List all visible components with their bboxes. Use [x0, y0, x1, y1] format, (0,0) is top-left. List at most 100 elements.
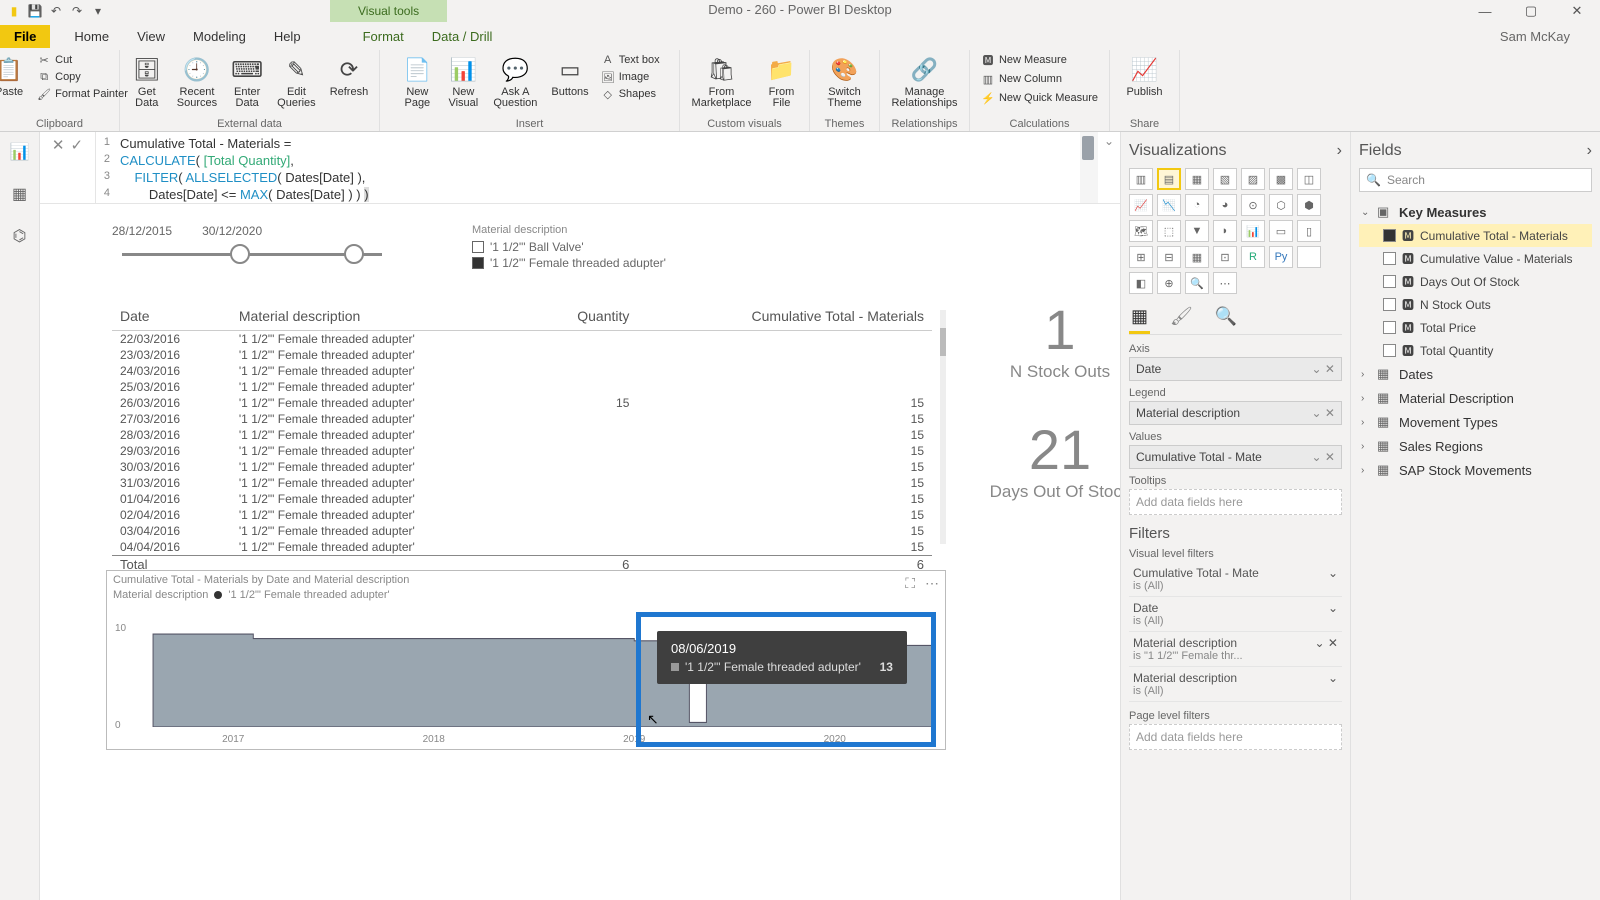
get-data-button[interactable]: 🗄Get Data: [127, 52, 167, 111]
table-row[interactable]: 03/04/2016'1 1/2"' Female threaded adupt…: [112, 523, 932, 539]
table-row[interactable]: 31/03/2016'1 1/2"' Female threaded adupt…: [112, 475, 932, 491]
measure-totalqty[interactable]: 🅼Total Quantity: [1359, 339, 1592, 362]
date-to[interactable]: 30/12/2020: [202, 224, 262, 238]
filter-date[interactable]: Date⌄is (All): [1129, 597, 1342, 632]
cancel-formula-icon[interactable]: ✕: [52, 136, 65, 154]
table-row[interactable]: 29/03/2016'1 1/2"' Female threaded adupt…: [112, 443, 932, 459]
slider-handle-right[interactable]: [344, 244, 364, 264]
fields-well-tab[interactable]: ▦: [1129, 302, 1150, 334]
enter-data-button[interactable]: ⌨Enter Data: [227, 52, 267, 111]
new-quick-measure-button[interactable]: ⚡New Quick Measure: [979, 90, 1100, 106]
dax-editor[interactable]: 1234 Cumulative Total - Materials = CALC…: [96, 132, 1080, 203]
table-row[interactable]: 30/03/2016'1 1/2"' Female threaded adupt…: [112, 459, 932, 475]
py-visual-icon[interactable]: Py: [1269, 246, 1293, 268]
qat-dropdown-icon[interactable]: ▾: [90, 3, 106, 19]
model-view-icon[interactable]: ⌬: [8, 224, 32, 248]
table-row[interactable]: 22/03/2016'1 1/2"' Female threaded adupt…: [112, 331, 932, 348]
collapse-fields-icon[interactable]: ›: [1587, 142, 1592, 160]
edit-queries-button[interactable]: ✎Edit Queries: [273, 52, 320, 111]
legend-field[interactable]: Material description⌄ ✕: [1129, 401, 1342, 425]
help-tab[interactable]: Help: [260, 25, 315, 48]
focus-mode-icon[interactable]: ⛶: [905, 575, 915, 592]
recent-sources-button[interactable]: 🕘Recent Sources: [173, 52, 221, 111]
fields-search[interactable]: 🔍Search: [1359, 168, 1592, 192]
salesregions-table[interactable]: ›▦Sales Regions: [1359, 434, 1592, 458]
table-row[interactable]: 25/03/2016'1 1/2"' Female threaded adupt…: [112, 379, 932, 395]
undo-icon[interactable]: ↶: [48, 3, 64, 19]
table-row[interactable]: 28/03/2016'1 1/2"' Female threaded adupt…: [112, 427, 932, 443]
filter-cumtotal[interactable]: Cumulative Total - Mate⌄is (All): [1129, 562, 1342, 597]
format-painter-button[interactable]: 🖌Format Painter: [35, 86, 130, 102]
table-row[interactable]: 23/03/2016'1 1/2"' Female threaded adupt…: [112, 347, 932, 363]
modeling-tab[interactable]: Modeling: [179, 25, 260, 48]
expand-formula-icon[interactable]: ⌄: [1098, 132, 1120, 203]
collapse-vis-icon[interactable]: ›: [1337, 142, 1342, 160]
filter-material1[interactable]: Material description⌄ ✕is "1 1/2"' Femal…: [1129, 632, 1342, 667]
key-measures-group[interactable]: ⌄▣Key Measures: [1359, 200, 1592, 224]
table-row[interactable]: 02/04/2016'1 1/2"' Female threaded adupt…: [112, 507, 932, 523]
file-tab[interactable]: File: [0, 25, 50, 48]
measure-nstockouts[interactable]: 🅼N Stock Outs: [1359, 293, 1592, 316]
movement-table[interactable]: ›▦Movement Types: [1359, 410, 1592, 434]
cut-button[interactable]: ✂Cut: [35, 52, 130, 68]
format-tab[interactable]: Format: [349, 25, 418, 48]
measure-daysout[interactable]: 🅼Days Out Of Stock: [1359, 270, 1592, 293]
ask-question-button[interactable]: 💬Ask A Question: [489, 52, 541, 111]
from-file-button[interactable]: 📁From File: [761, 52, 801, 111]
stacked-bar-icon[interactable]: ▥: [1129, 168, 1153, 190]
page-filters-drop[interactable]: Add data fields here: [1129, 724, 1342, 750]
measure-cumtotal[interactable]: 🅼Cumulative Total - Materials: [1359, 224, 1592, 247]
import-visual-icon[interactable]: ⋯: [1213, 272, 1237, 294]
new-column-button[interactable]: ▥New Column: [979, 71, 1100, 87]
minimize-button[interactable]: —: [1462, 0, 1508, 22]
material-table[interactable]: ›▦Material Description: [1359, 386, 1592, 410]
slider-handle-left[interactable]: [230, 244, 250, 264]
material-legend-slicer[interactable]: Material description '1 1/2"' Ball Valve…: [472, 224, 666, 284]
table-row[interactable]: 27/03/2016'1 1/2"' Female threaded adupt…: [112, 411, 932, 427]
view-tab[interactable]: View: [123, 25, 179, 48]
area-chart[interactable]: Cumulative Total - Materials by Date and…: [106, 570, 946, 750]
save-icon[interactable]: 💾: [27, 3, 43, 19]
from-marketplace-button[interactable]: 🛍From Marketplace: [688, 52, 756, 111]
image-button[interactable]: 🖼Image: [599, 69, 662, 85]
formula-scrollbar[interactable]: [1080, 132, 1098, 203]
shapes-button[interactable]: ◇Shapes: [599, 86, 662, 102]
new-page-button[interactable]: 📄New Page: [397, 52, 437, 111]
table-scrollbar[interactable]: [938, 310, 948, 544]
table-row[interactable]: 24/03/2016'1 1/2"' Female threaded adupt…: [112, 363, 932, 379]
manage-relationships-button[interactable]: 🔗Manage Relationships: [887, 52, 961, 111]
report-view-icon[interactable]: 📊: [8, 140, 32, 164]
copy-button[interactable]: ⧉Copy: [35, 69, 130, 85]
date-from[interactable]: 28/12/2015: [112, 224, 172, 238]
measure-totalprice[interactable]: 🅼Total Price: [1359, 316, 1592, 339]
paste-button[interactable]: 📋Paste: [0, 52, 29, 100]
more-options-icon[interactable]: ⋯: [925, 575, 939, 592]
switch-theme-button[interactable]: 🎨Switch Theme: [823, 52, 865, 111]
textbox-button[interactable]: AText box: [599, 52, 662, 68]
data-view-icon[interactable]: ▦: [8, 182, 32, 206]
axis-field[interactable]: Date⌄ ✕: [1129, 357, 1342, 381]
tooltips-drop[interactable]: Add data fields here: [1129, 489, 1342, 515]
dates-table[interactable]: ›▦Dates: [1359, 362, 1592, 386]
commit-formula-icon[interactable]: ✓: [71, 136, 84, 154]
buttons-button[interactable]: ▭Buttons: [547, 52, 592, 100]
table-row[interactable]: 26/03/2016'1 1/2"' Female threaded adupt…: [112, 395, 932, 411]
r-visual-icon[interactable]: R: [1241, 246, 1265, 268]
new-measure-button[interactable]: 🅼New Measure: [979, 52, 1100, 68]
values-field[interactable]: Cumulative Total - Mate⌄ ✕: [1129, 445, 1342, 469]
close-button[interactable]: ✕: [1554, 0, 1600, 22]
user-account[interactable]: Sam McKay: [1500, 29, 1600, 44]
home-tab[interactable]: Home: [60, 25, 123, 48]
format-well-tab[interactable]: 🖌: [1168, 302, 1195, 334]
stacked-column-icon[interactable]: ▤: [1157, 168, 1181, 190]
table-row[interactable]: 01/04/2016'1 1/2"' Female threaded adupt…: [112, 491, 932, 507]
publish-button[interactable]: 📈Publish: [1122, 52, 1166, 100]
data-table[interactable]: DateMaterial description QuantityCumulat…: [112, 302, 932, 552]
table-row[interactable]: 04/04/2016'1 1/2"' Female threaded adupt…: [112, 539, 932, 556]
sap-table[interactable]: ›▦SAP Stock Movements: [1359, 458, 1592, 482]
date-slicer[interactable]: 28/12/2015 30/12/2020: [112, 224, 392, 284]
maximize-button[interactable]: ▢: [1508, 0, 1554, 22]
filter-material2[interactable]: Material description⌄is (All): [1129, 667, 1342, 702]
redo-icon[interactable]: ↷: [69, 3, 85, 19]
measure-cumvalue[interactable]: 🅼Cumulative Value - Materials: [1359, 247, 1592, 270]
